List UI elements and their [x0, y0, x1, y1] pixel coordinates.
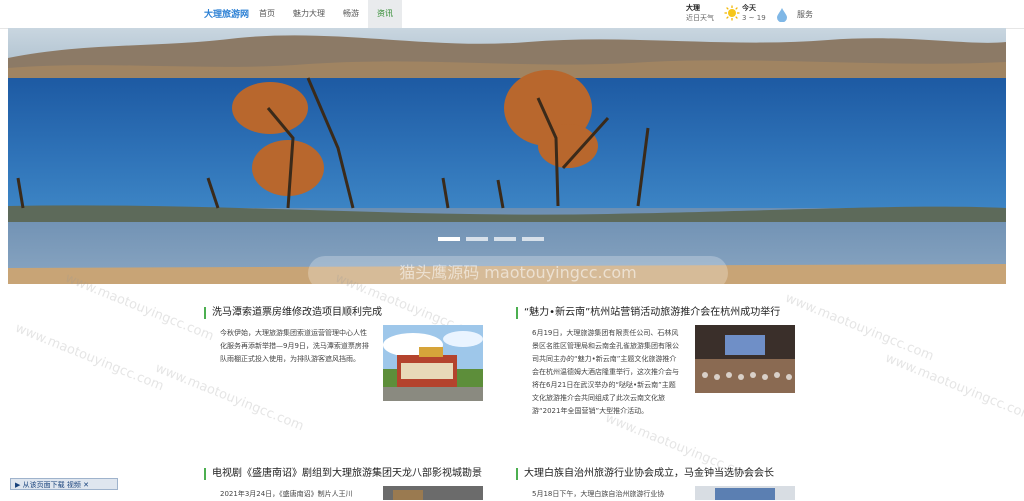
news-summary: 2021年3月24日，《盛唐南诏》制片人王川 — [220, 490, 353, 498]
watermark: www.maotouyingcc.com — [12, 320, 166, 395]
film-city-image — [383, 486, 483, 500]
carousel-dot[interactable] — [466, 237, 488, 241]
nav-item-home[interactable]: 首页 — [250, 0, 284, 28]
news-title[interactable]: 大理白族自治州旅游行业协会成立，马金钟当选协会会长 — [516, 468, 774, 480]
sun-icon — [724, 5, 740, 21]
nav-item-charm[interactable]: 魅力大理 — [284, 0, 334, 28]
main-nav: 首页 魅力大理 畅游 资讯 — [250, 0, 402, 28]
close-icon[interactable]: ✕ — [83, 481, 89, 489]
play-icon: ▶ — [15, 481, 21, 489]
conference-hall-image — [695, 325, 795, 393]
news-thumbnail[interactable] — [695, 486, 795, 500]
news-summary: 今秋伊始，大理旅游集团索道运营管理中心人性化服务再添新举措—9月9日，洗马潭索道… — [220, 329, 369, 363]
nav-item-travel[interactable]: 畅游 — [334, 0, 368, 28]
site-logo[interactable]: 大理旅游网 — [204, 7, 249, 20]
association-meeting-image — [695, 486, 795, 500]
weather-city: 大理 近日天气 — [686, 3, 714, 23]
top-navigation-bar: 大理旅游网 首页 魅力大理 畅游 资讯 大理 近日天气 今天 3 ~ 19 服务 — [0, 0, 1024, 29]
news-thumbnail[interactable] — [695, 325, 795, 393]
hero-caption: 猫头鹰源码 maotouyingcc.com — [308, 256, 728, 284]
news-summary: 5月18日下午，大理白族自治州旅游行业协 — [532, 490, 665, 498]
carousel-indicators — [438, 237, 544, 241]
lake-scene-image — [8, 28, 1006, 284]
weather-today-label: 今天 — [742, 4, 756, 12]
news-title[interactable]: “魅力•新云南”杭州站营销活动旅游推介会在杭州成功举行 — [516, 307, 780, 319]
service-link[interactable]: 服务 — [797, 9, 813, 20]
carousel-dot[interactable] — [438, 237, 460, 241]
video-download-bar[interactable]: ▶ 从该页面下载 视频 ✕ — [10, 478, 118, 490]
weather-today: 今天 3 ~ 19 — [742, 3, 766, 23]
weather-subtitle: 近日天气 — [686, 14, 714, 22]
download-label[interactable]: 从该页面下载 视频 — [23, 481, 81, 489]
nav-item-news[interactable]: 资讯 — [368, 0, 402, 28]
watermark: www.maotouyingcc.com — [152, 360, 306, 435]
ticket-office-image — [383, 325, 483, 401]
news-summary: 6月19日，大理旅游集团有限责任公司、石林风景区名胜区管理局和云南金孔雀旅游集团… — [532, 329, 679, 415]
carousel-dot[interactable] — [494, 237, 516, 241]
weather-city-name: 大理 — [686, 4, 700, 12]
news-thumbnail[interactable] — [383, 486, 483, 500]
watermark: www.maotouyingcc.com — [882, 350, 1024, 425]
weather-temp: 3 ~ 19 — [742, 14, 766, 22]
news-title[interactable]: 洗马潭索道票房维修改造项目顺利完成 — [204, 307, 382, 319]
news-title[interactable]: 电视剧《盛唐南诏》剧组到大理旅游集团天龙八部影视城勘景 — [204, 468, 482, 480]
carousel-dot[interactable] — [522, 237, 544, 241]
watermark: www.maotouyingcc.com — [782, 290, 936, 365]
hero-banner[interactable]: 猫头鹰源码 maotouyingcc.com — [8, 28, 1006, 284]
service-drop-icon — [777, 8, 787, 22]
news-thumbnail[interactable] — [383, 325, 483, 401]
